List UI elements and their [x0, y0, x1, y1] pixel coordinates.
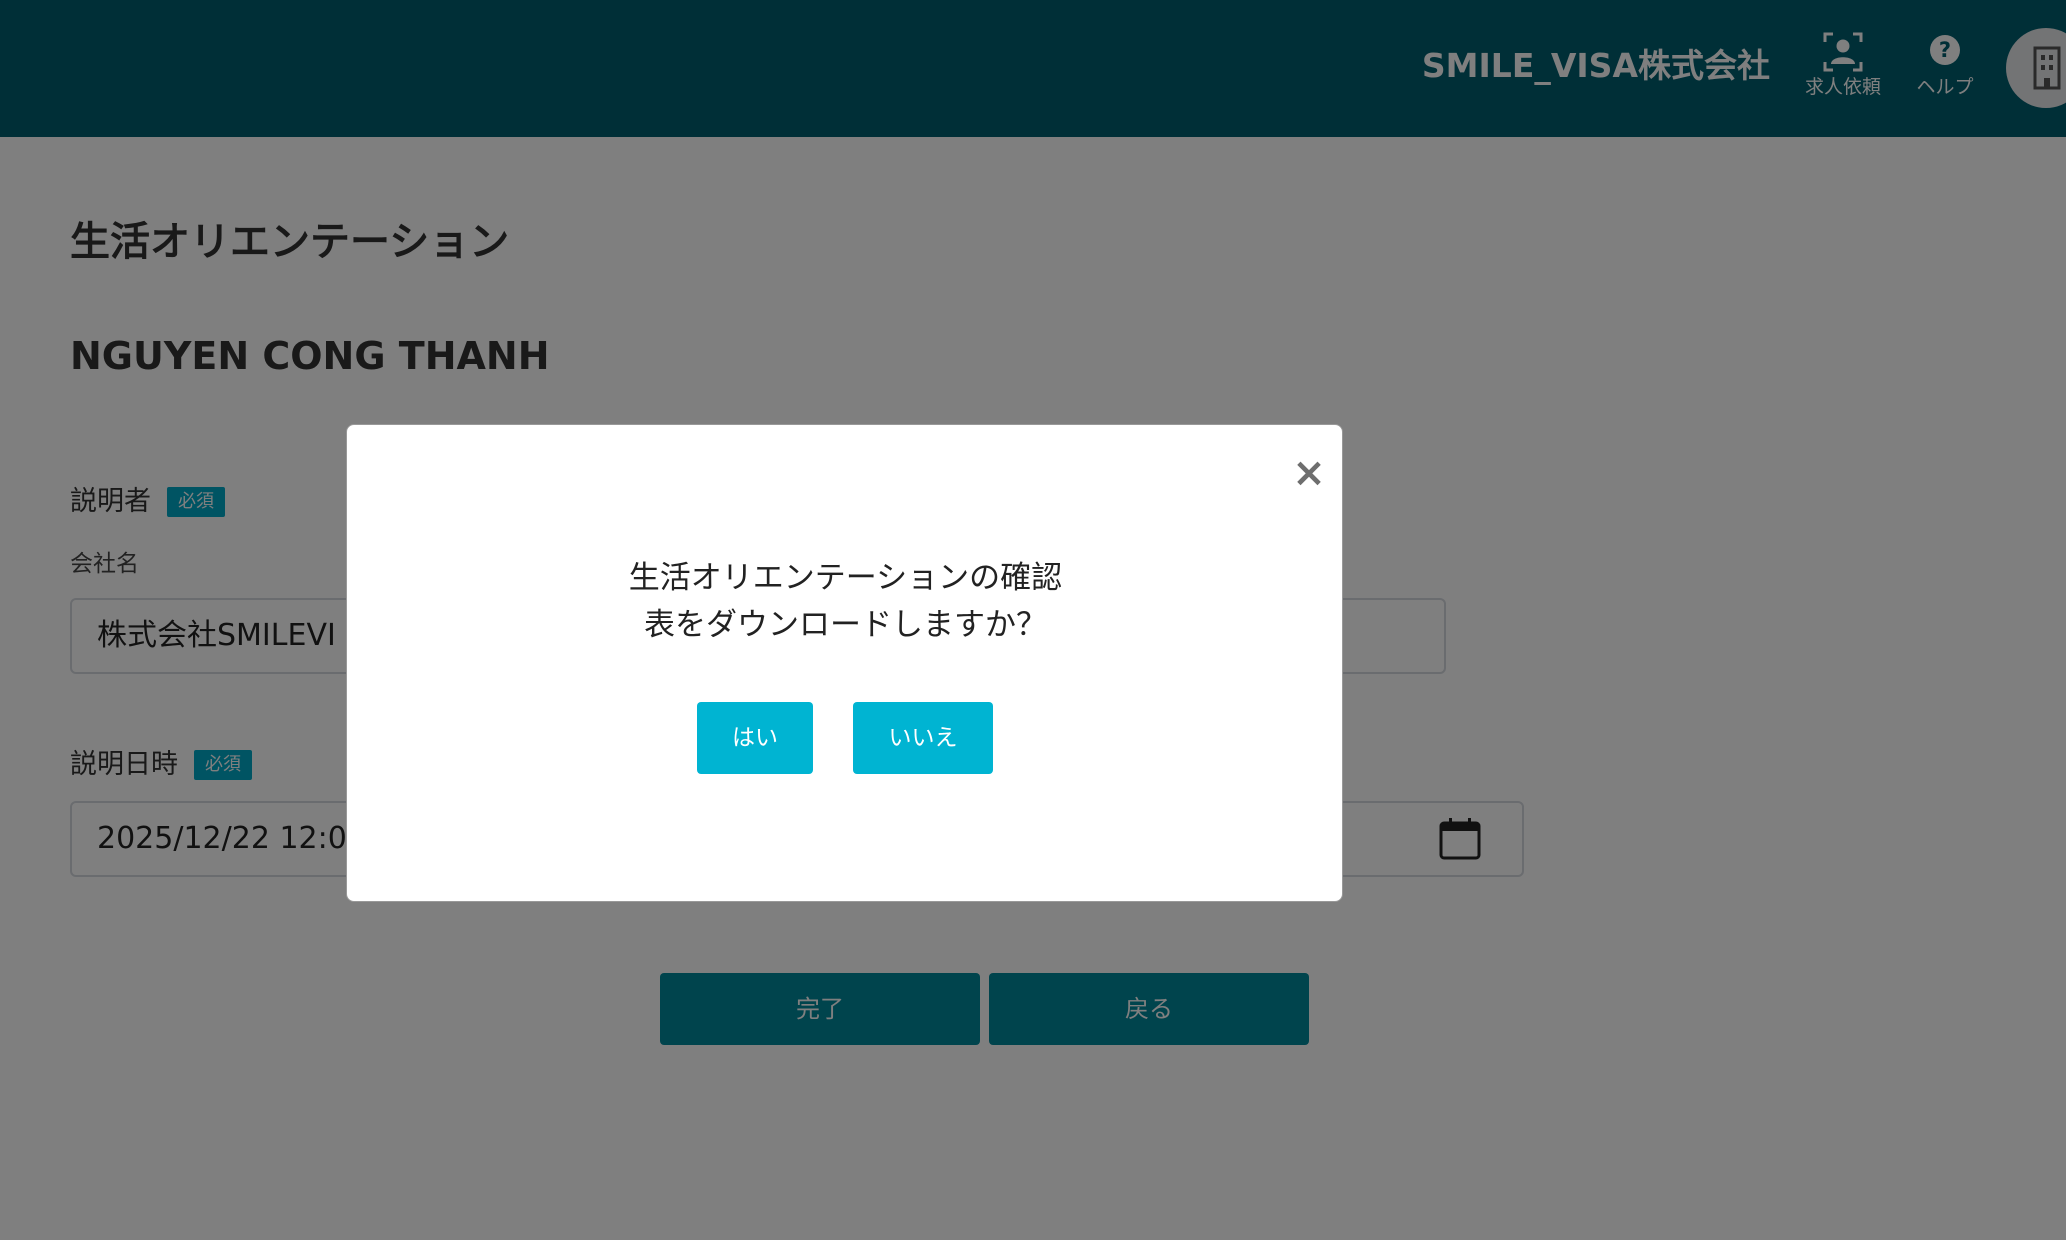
yes-button[interactable]: はい — [697, 702, 813, 774]
dialog-message-line2: 表をダウンロードしますか？ — [644, 607, 1047, 643]
close-icon[interactable]: × — [1289, 453, 1329, 493]
dialog-message-line1: 生活オリエンテーションの確認 — [628, 560, 1063, 596]
download-confirm-dialog: × 生活オリエンテーションの確認 表をダウンロードしますか？ はい いいえ — [346, 424, 1343, 902]
dialog-message: 生活オリエンテーションの確認 表をダウンロードしますか？ — [347, 555, 1344, 649]
no-button[interactable]: いいえ — [853, 702, 993, 774]
